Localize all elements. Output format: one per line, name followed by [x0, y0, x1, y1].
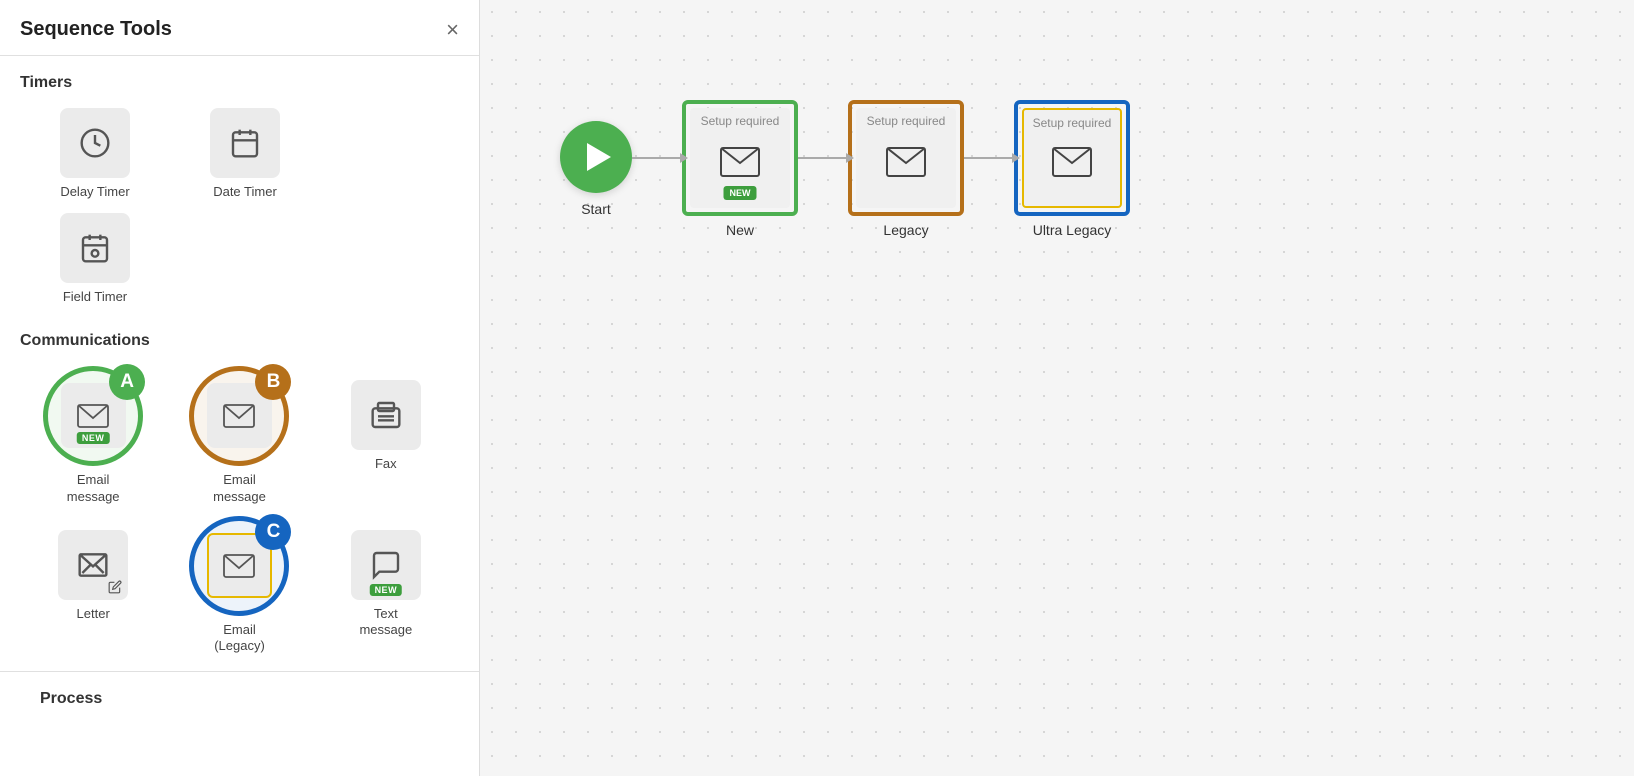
timers-label: Timers: [20, 74, 459, 92]
sidebar-title: Sequence Tools: [20, 18, 172, 41]
node-legacy-mail-icon: [886, 147, 926, 177]
node-legacy[interactable]: Setup required Legacy: [848, 100, 964, 238]
communications-section: Communications NEW A: [0, 314, 479, 664]
field-timer-item[interactable]: Field Timer: [20, 213, 170, 306]
calendar-person-icon: [79, 232, 111, 264]
letter-item[interactable]: Letter: [20, 530, 166, 623]
sidebar: Sequence Tools × Timers Delay Timer: [0, 0, 480, 776]
email-new-item[interactable]: NEW A Emailmessage: [20, 366, 166, 506]
node-new-inner: Setup required NEW: [690, 108, 790, 208]
letter-label: Letter: [77, 606, 110, 623]
timers-section: Timers Delay Timer: [0, 56, 479, 314]
letter-icon: [77, 549, 109, 581]
field-timer-label: Field Timer: [63, 289, 127, 306]
email-ultra-label: Email(Legacy): [214, 622, 265, 656]
node-legacy-label: Legacy: [883, 222, 928, 238]
node-new-label: New: [726, 222, 754, 238]
email-legacy-circle: B: [189, 366, 289, 466]
process-section: Process: [0, 671, 479, 708]
email-legacy-item[interactable]: B Emailmessage: [166, 366, 312, 506]
node-legacy-box[interactable]: Setup required: [848, 100, 964, 216]
node-legacy-setup: Setup required: [856, 114, 956, 128]
email-new-circle: NEW A: [43, 366, 143, 466]
new-badge: NEW: [77, 432, 110, 444]
arrow-line-1: [632, 157, 682, 159]
timers-grid: Delay Timer Date Timer: [20, 108, 459, 306]
close-button[interactable]: ×: [446, 19, 459, 41]
fax-label: Fax: [375, 456, 397, 473]
arrow-1: [632, 157, 682, 159]
node-new-setup: Setup required: [690, 114, 790, 128]
edit-icon: [108, 580, 122, 594]
mail-icon: [77, 404, 109, 428]
node-new-mail-icon: [720, 147, 760, 177]
communications-label: Communications: [20, 332, 459, 350]
node-ultra-legacy-box[interactable]: Setup required: [1014, 100, 1130, 216]
fax-item[interactable]: Fax: [313, 380, 459, 473]
email-legacy-label: Emailmessage: [213, 472, 266, 506]
mail-icon: [223, 554, 255, 578]
node-ultra-legacy[interactable]: Setup required Ultra Legacy: [1014, 100, 1130, 238]
calendar-icon: [229, 127, 261, 159]
fax-icon: [370, 399, 402, 431]
node-ultra-inner: Setup required: [1022, 108, 1122, 208]
letter-icon-wrap: [58, 530, 128, 600]
start-button[interactable]: [560, 121, 632, 193]
play-icon: [587, 143, 611, 171]
arrow-line-2: [798, 157, 848, 159]
fax-icon-wrap: [351, 380, 421, 450]
comm-row-1: NEW A Emailmessage: [20, 366, 459, 506]
node-ultra-setup: Setup required: [1024, 116, 1120, 130]
node-new[interactable]: Setup required NEW New: [682, 100, 798, 238]
node-new-box[interactable]: Setup required NEW: [682, 100, 798, 216]
comm-row-2: Letter C Email(Legacy): [20, 516, 459, 656]
arrow-3: [964, 157, 1014, 159]
letter-b-badge: B: [255, 364, 291, 400]
email-ultra-legacy-item[interactable]: C Email(Legacy): [166, 516, 312, 656]
email-new-label: Emailmessage: [67, 472, 120, 506]
node-ultra-label: Ultra Legacy: [1033, 222, 1112, 238]
flow-container: Start Setup required NEW New: [560, 100, 1130, 238]
node-ultra-mail-icon: [1052, 147, 1092, 177]
node-new-badge: NEW: [724, 186, 757, 200]
start-node[interactable]: Start: [560, 121, 632, 217]
arrow-2: [798, 157, 848, 159]
mail-icon: [223, 404, 255, 428]
text-message-label: Textmessage: [359, 606, 412, 640]
process-label: Process: [20, 690, 459, 708]
arrow-line-3: [964, 157, 1014, 159]
node-legacy-inner: Setup required: [856, 108, 956, 208]
date-timer-item[interactable]: Date Timer: [170, 108, 320, 201]
letter-a-badge: A: [109, 364, 145, 400]
main-canvas: Start Setup required NEW New: [480, 0, 1634, 776]
chat-icon: [370, 549, 402, 581]
date-timer-icon-wrap: [210, 108, 280, 178]
delay-timer-label: Delay Timer: [60, 184, 129, 201]
start-label: Start: [581, 201, 611, 217]
date-timer-label: Date Timer: [213, 184, 277, 201]
text-new-badge: NEW: [370, 584, 403, 596]
text-message-item[interactable]: NEW Textmessage: [313, 530, 459, 640]
clock-icon: [79, 127, 111, 159]
text-message-icon-wrap: NEW: [351, 530, 421, 600]
delay-timer-icon-wrap: [60, 108, 130, 178]
email-ultra-circle: C: [189, 516, 289, 616]
sidebar-header: Sequence Tools ×: [0, 0, 479, 56]
field-timer-icon-wrap: [60, 213, 130, 283]
letter-c-badge: C: [255, 514, 291, 550]
delay-timer-item[interactable]: Delay Timer: [20, 108, 170, 201]
